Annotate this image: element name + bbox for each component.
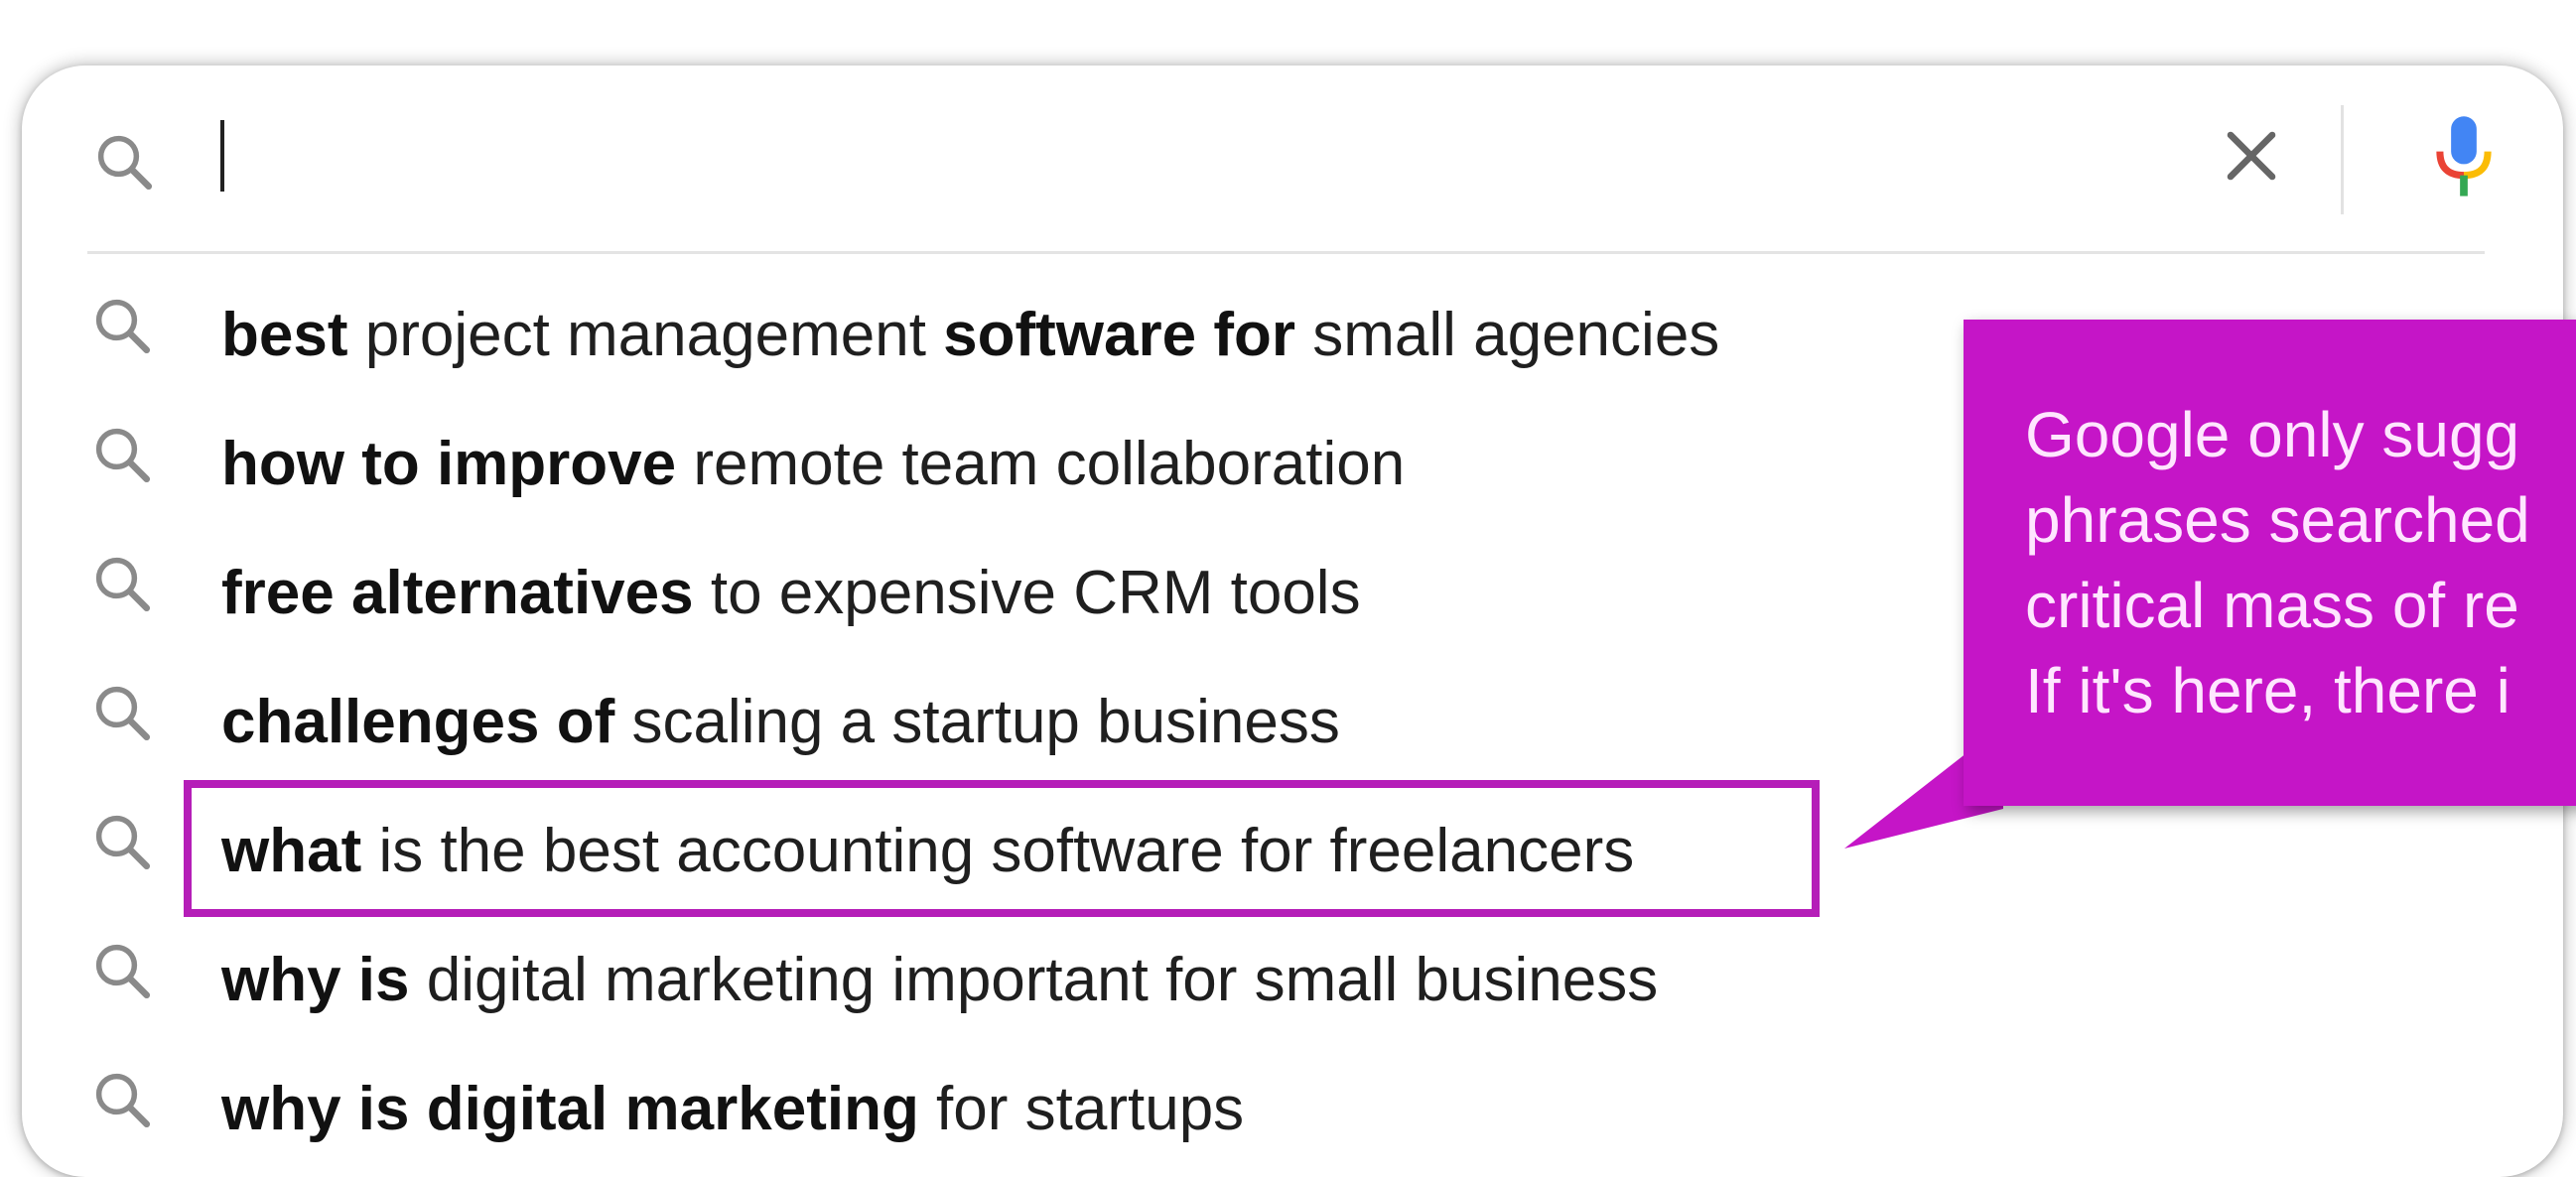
search-icon (95, 1073, 151, 1128)
suggestion-text: challenges of scaling a startup business (221, 658, 1340, 787)
suggestion-bold-part: free (221, 559, 335, 627)
suggestion-part: project management (347, 301, 944, 369)
suggestion-part: small agencies (1294, 301, 1720, 369)
suggestion-text: how to improve remote team collaboration (221, 400, 1405, 529)
callout-line: Google only sugg (2025, 399, 2520, 470)
suggestion-part: to expensive CRM tools (693, 559, 1361, 627)
suggestion-item[interactable]: challenges of scaling a startup business (79, 658, 1916, 787)
suggestion-text: best project management software for sma… (221, 271, 1719, 400)
suggestion-bold-part: software for (943, 301, 1295, 369)
suggestion-item[interactable]: why is digital marketing for startups (79, 1045, 1916, 1174)
suggestion-part: digital marketing important for small bu… (409, 946, 1659, 1014)
callout-line: critical mass of re (2025, 570, 2519, 641)
suggestion-item[interactable]: why is digital marketing important for s… (79, 916, 1916, 1045)
search-icon (95, 686, 151, 741)
search-icon (95, 815, 151, 870)
suggestion-bold-part: why is (221, 946, 410, 1014)
suggestion-bold-part: alternatives (350, 559, 694, 627)
suggestion-part (335, 559, 351, 627)
callout-line: If it's here, there i (2025, 655, 2510, 726)
suggestion-item[interactable]: free alternatives to expensive CRM tools (79, 529, 1916, 658)
suggestion-text: why is digital marketing important for s… (221, 916, 1658, 1045)
highlight-box (184, 780, 1820, 917)
suggestion-text: why is digital marketing for startups (221, 1045, 1244, 1174)
suggestion-bold-part: challenges of (221, 688, 615, 756)
search-icon (95, 557, 151, 612)
suggestion-item[interactable]: best project management software for sma… (79, 271, 1916, 400)
suggestion-text: free alternatives to expensive CRM tools (221, 529, 1361, 658)
search-icon (95, 944, 151, 999)
suggestion-item[interactable]: how to improve remote team collaboration (79, 400, 1916, 529)
search-icon (95, 428, 151, 483)
suggestion-bold-part: why is digital marketing (221, 1075, 919, 1143)
suggestion-part: remote team collaboration (676, 430, 1406, 498)
search-icon (95, 299, 151, 354)
suggestion-bold-part: best (221, 301, 348, 369)
suggestion-part: for startups (918, 1075, 1245, 1143)
suggestion-part: scaling a startup business (614, 688, 1340, 756)
suggestion-bold-part: how to improve (221, 430, 677, 498)
callout-line: phrases searched (2025, 484, 2530, 556)
callout-text: Google only sugg phrases searched critical… (2025, 392, 2576, 733)
